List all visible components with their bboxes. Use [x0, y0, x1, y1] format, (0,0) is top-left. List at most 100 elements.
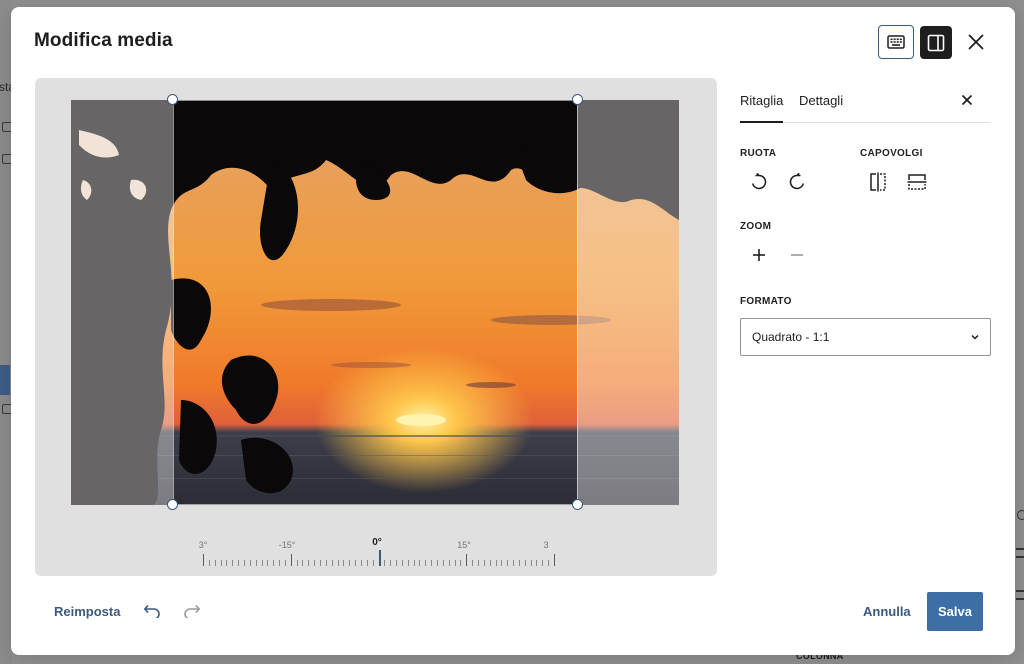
aspect-ratio-value: Quadrato - 1:1 [752, 330, 830, 344]
ruler-tick [372, 560, 374, 566]
ruler-tick [314, 560, 316, 566]
ruler-tick [460, 560, 462, 566]
minus-icon [791, 254, 803, 256]
flip-vertical-button[interactable] [904, 169, 930, 195]
chevron-down-icon [971, 334, 979, 340]
backdrop-align-icon-2 [1016, 590, 1024, 600]
ruler-tick [507, 560, 509, 566]
ruler-tick [325, 560, 327, 566]
zoom-in-button[interactable] [746, 242, 772, 268]
crop-handle-bottom-left[interactable] [167, 499, 178, 510]
backdrop-align-icon [1016, 548, 1024, 558]
close-modal-button[interactable] [958, 25, 994, 59]
ruler-tick [396, 560, 398, 566]
ruler-tick [489, 560, 491, 566]
flip-horizontal-icon [870, 172, 886, 192]
zoom-out-button[interactable] [784, 242, 810, 268]
ruler-tick [208, 560, 210, 566]
ruler-tick [366, 560, 368, 566]
sidebar-toggle-button[interactable] [920, 26, 952, 59]
ruler-tick [249, 560, 251, 566]
format-section-label: FORMATO [740, 296, 792, 307]
modal-title: Modifica media [34, 30, 173, 51]
active-tab-indicator [740, 121, 783, 123]
ruler-tick [337, 560, 339, 566]
ruler-tick [302, 560, 304, 566]
ruler-current-angle-marker [378, 550, 381, 566]
tab-details[interactable]: Dettagli [799, 93, 843, 108]
ruler-tick [238, 560, 240, 566]
zoom-section-label: ZOOM [740, 221, 772, 232]
save-button[interactable]: Salva [927, 592, 983, 631]
ruler-tick [448, 560, 450, 566]
ruler-tick [279, 560, 281, 566]
cancel-button[interactable]: Annulla [863, 604, 911, 619]
ruler-tick [355, 560, 357, 566]
flip-horizontal-button[interactable] [865, 169, 891, 195]
ruler-tick [203, 554, 204, 566]
ruler-tick [308, 560, 310, 566]
ruler-tick [331, 560, 333, 566]
ruler-tick [390, 560, 392, 566]
backdrop-right-icon [1017, 510, 1024, 520]
undo-button[interactable] [141, 600, 163, 622]
plus-icon [753, 249, 765, 261]
redo-button[interactable] [181, 600, 203, 622]
redo-icon [184, 604, 201, 618]
ruler-label-minus-15: -15° [278, 540, 296, 550]
backdrop-bottom-bar [12, 655, 1024, 664]
ruler-tick [554, 554, 555, 566]
backdrop-active-item [0, 365, 10, 395]
ruler-tick [483, 560, 485, 566]
ruler-tick [296, 560, 298, 566]
ruler-label-15: 15° [457, 540, 471, 550]
ruler-tick [495, 560, 497, 566]
crop-handle-top-right[interactable] [572, 94, 583, 105]
ruler-tick [501, 560, 503, 566]
ruler-tick [267, 560, 269, 566]
crop-frame[interactable] [173, 100, 578, 505]
ruler-tick [437, 560, 438, 566]
crop-canvas[interactable]: 3° -15° 0° 15° 3 [35, 78, 717, 576]
crop-handle-bottom-right[interactable] [572, 499, 583, 510]
ruler-tick [214, 560, 216, 566]
rotate-left-button[interactable] [746, 169, 772, 195]
ruler-label-minus-30: 3° [198, 540, 208, 550]
close-panel-button[interactable] [954, 87, 980, 113]
ruler-tick [384, 560, 386, 566]
ruler-tick [466, 554, 468, 566]
ruler-tick [530, 560, 532, 566]
close-icon [968, 34, 984, 50]
ruler-tick [261, 560, 263, 566]
ruler-tick [320, 560, 321, 566]
ruler-tick [518, 560, 520, 566]
keyboard-icon [887, 35, 905, 49]
ruler-tick [401, 560, 403, 566]
ruler-tick [243, 560, 245, 566]
ruler-tick [273, 560, 275, 566]
rotate-right-button[interactable] [784, 169, 810, 195]
reset-button[interactable]: Reimposta [54, 604, 120, 619]
close-icon [961, 94, 973, 106]
ruler-tick [413, 560, 415, 566]
keyboard-shortcuts-button[interactable] [878, 25, 914, 59]
rotate-left-icon [751, 173, 767, 190]
ruler-tick [524, 560, 526, 566]
rotation-angle-ruler[interactable]: 3° -15° 0° 15° 3 [198, 533, 555, 573]
ruler-tick [419, 560, 421, 566]
rotate-right-icon [789, 173, 805, 190]
ruler-tick [226, 560, 228, 566]
ruler-tick [360, 560, 362, 566]
ruler-tick [220, 560, 222, 566]
aspect-ratio-select[interactable]: Quadrato - 1:1 [740, 318, 991, 356]
crop-handle-top-left[interactable] [167, 94, 178, 105]
ruler-label-zero: 0° [372, 537, 382, 548]
sidebar-toggle-icon [927, 34, 945, 51]
tab-crop[interactable]: Ritaglia [740, 93, 783, 108]
ruler-tick [442, 560, 444, 566]
ruler-tick [349, 560, 351, 566]
ruler-tick [284, 560, 286, 566]
ruler-tick [407, 560, 409, 566]
crop-overlay-right [577, 100, 679, 505]
crop-overlay-left [71, 100, 173, 505]
